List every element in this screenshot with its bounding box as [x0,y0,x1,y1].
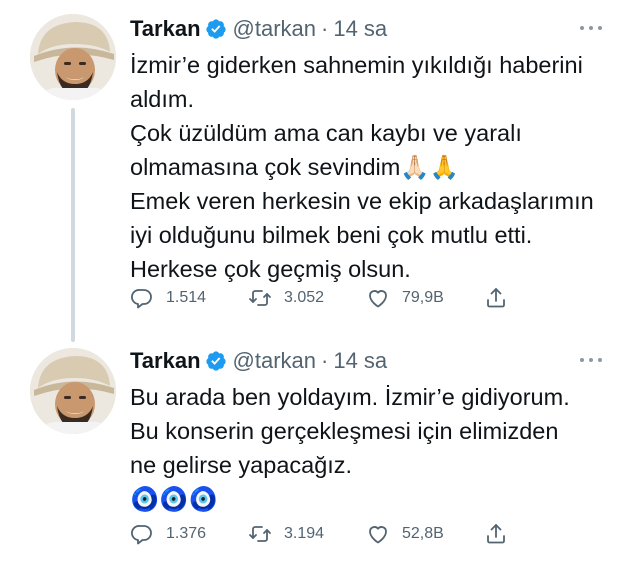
like-button[interactable]: 79,9B [366,286,484,310]
more-dots-icon[interactable] [580,352,602,368]
retweet-count: 3.194 [284,525,325,542]
verified-badge-icon [205,19,226,39]
tweet-text-line: olmamasına çok sevindim🙏🏻🙏 [130,154,459,180]
tweet-content: Tarkan @tarkan · 14 sa Bu arada ben yold… [130,346,616,545]
tweet-time[interactable]: 14 sa [333,348,387,374]
heart-icon [369,290,387,308]
tweet-text-line: ne gelirse yapacağız. [130,452,353,478]
share-button[interactable] [484,522,508,546]
tweet-text-line: Bu arada ben yoldayım. İzmir’e gidiyorum… [130,384,570,410]
tweet-text-line: Bu konserin gerçekleşmesi için elimizden [130,418,559,444]
tweet[interactable]: Tarkan @tarkan · 14 sa İzmir’e giderken … [0,0,640,342]
retweet-count: 3.052 [284,289,325,306]
reply-button[interactable]: 1.514 [130,286,248,310]
tweet-text-line: İzmir’e giderken sahnemin yıkıldığı habe… [130,52,583,78]
avatar-photo [30,348,116,434]
tweet-time[interactable]: 14 sa [333,16,387,42]
verified-badge-icon [205,351,226,371]
share-icon [487,524,505,544]
retweet-icon [249,290,271,306]
separator-dot: · [321,348,329,373]
share-icon [487,288,505,308]
tweet-text: İzmir’e giderken sahnemin yıkıldığı habe… [130,48,616,286]
author-handle[interactable]: @tarkan [233,16,316,42]
avatar-photo [30,14,116,100]
reply-button[interactable]: 1.376 [130,522,248,546]
tweet-header: Tarkan @tarkan · 14 sa [130,14,616,44]
retweet-button[interactable]: 3.052 [248,286,366,310]
separator-dot: · [321,16,329,41]
thread-line [71,108,75,342]
author-name[interactable]: Tarkan [130,348,201,374]
like-count: 52,8B [402,525,444,542]
tweet-text-line: iyi olduğunu bilmek beni çok mutlu etti. [130,222,533,248]
share-button[interactable] [484,286,508,310]
retweet-icon [249,526,271,542]
tweet-text-line: 🧿🧿🧿 [130,486,218,512]
tweet[interactable]: Tarkan @tarkan · 14 sa Bu arada ben yold… [0,340,640,566]
author-handle[interactable]: @tarkan [233,348,316,374]
more-dots-icon[interactable] [580,20,602,36]
reply-count: 1.376 [166,525,207,542]
reply-count: 1.514 [166,289,207,306]
avatar[interactable] [30,348,116,434]
tweet-text-line: aldım. [130,86,194,112]
retweet-button[interactable]: 3.194 [248,522,366,546]
tweet-text: Bu arada ben yoldayım. İzmir’e gidiyorum… [130,380,616,516]
author-name[interactable]: Tarkan [130,16,201,42]
avatar[interactable] [30,14,116,100]
reply-icon [131,289,152,309]
heart-icon [369,526,387,544]
tweet-text-line: Herkese çok geçmiş olsun. [130,256,411,282]
like-count: 79,9B [402,289,444,306]
tweet-text-line: Çok üzüldüm ama can kaybı ve yaralı [130,120,522,146]
tweet-actions: 1.514 3.052 79,9B [130,286,508,310]
tweet-actions: 1.376 3.194 52,8B [130,522,508,546]
tweet-text-line: Emek veren herkesin ve ekip arkadaşlarım… [130,188,594,214]
tweet-header: Tarkan @tarkan · 14 sa [130,346,616,376]
tweet-content: Tarkan @tarkan · 14 sa İzmir’e giderken … [130,14,616,309]
reply-icon [131,525,152,545]
like-button[interactable]: 52,8B [366,522,484,546]
